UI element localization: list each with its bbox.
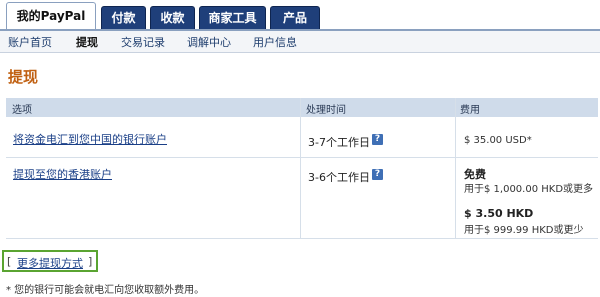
tab-receive[interactable]: 收款 [150, 6, 195, 30]
column-divider [455, 98, 456, 238]
column-divider [300, 98, 301, 238]
fee-free-note: 用于$ 1,000.00 HKD或更多 [464, 184, 594, 195]
top-nav: 我的PayPal 付款 收款 商家工具 产品 [0, 0, 600, 31]
tab-pay[interactable]: 付款 [101, 6, 146, 30]
help-icon[interactable]: ? [371, 134, 383, 145]
subnav-resolution-center[interactable]: 调解中心 [187, 34, 231, 50]
processing-time-text: 3-6个工作日 [308, 171, 370, 184]
bracket-open: [ [7, 255, 12, 268]
subnav-transactions[interactable]: 交易记录 [121, 34, 165, 50]
help-icon[interactable]: ? [371, 169, 383, 180]
header-option: 选项 [12, 105, 32, 116]
bracket-close: ] [88, 255, 93, 268]
fee-paid-note: 用于$ 999.99 HKD或更少 [464, 225, 584, 236]
withdraw-to-hk-account-link[interactable]: 提现至您的香港账户 [13, 166, 112, 182]
header-processing-time: 处理时间 [306, 105, 346, 116]
row-divider [6, 238, 598, 239]
subnav-profile[interactable]: 用户信息 [253, 34, 297, 50]
subnav-withdraw[interactable]: 提现 [76, 34, 98, 50]
table-header: 选项 处理时间 费用 [6, 98, 598, 117]
processing-time: 3-6个工作日? [308, 169, 383, 185]
header-fee: 费用 [460, 105, 480, 116]
more-withdraw-options-link[interactable]: 更多提现方式 [17, 255, 83, 271]
subnav-account-home[interactable]: 账户首页 [8, 34, 52, 50]
fee-value: $ 35.00 USD* [464, 135, 532, 146]
row-divider [6, 157, 598, 158]
tab-merchant-tools[interactable]: 商家工具 [199, 6, 266, 30]
tab-products[interactable]: 产品 [270, 6, 320, 30]
tab-my-paypal[interactable]: 我的PayPal [6, 2, 96, 30]
footnote: * 您的银行可能会就电汇向您收取额外费用。 [6, 285, 205, 296]
wire-to-china-bank-link[interactable]: 将资金电汇到您中国的银行账户 [13, 131, 167, 147]
more-options-highlight: [ 更多提现方式 ] [2, 250, 98, 272]
sub-nav: 账户首页 提现 交易记录 调解中心 用户信息 [0, 31, 600, 53]
page-title: 提现 [8, 68, 39, 86]
fee-paid-label: $ 3.50 HKD [464, 207, 534, 220]
processing-time: 3-7个工作日? [308, 134, 383, 150]
processing-time-text: 3-7个工作日 [308, 136, 370, 149]
